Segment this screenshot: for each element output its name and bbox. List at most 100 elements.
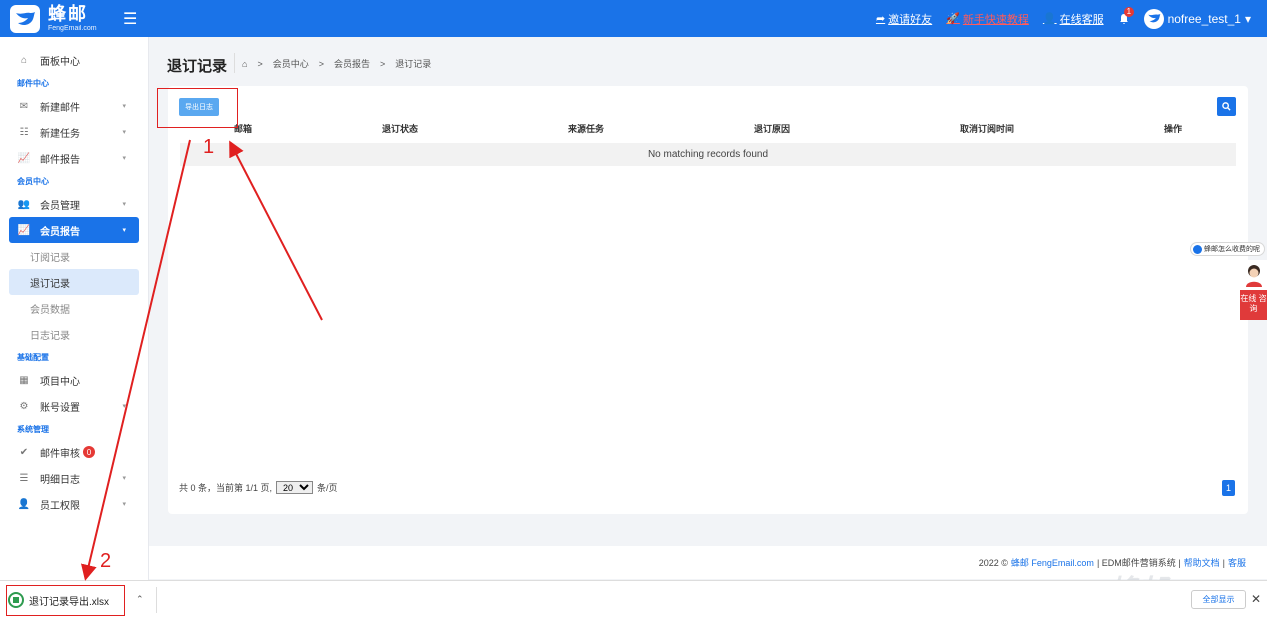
users-icon: 👥 [17,198,31,210]
breadcrumb-item[interactable]: 会员报告 [334,57,370,70]
copyright-year: 2022 © [978,557,1008,568]
agent-avatar-icon [1240,260,1267,290]
breadcrumb-item[interactable]: 会员中心 [273,57,309,70]
tutorial-link[interactable]: 🚀 新手快速教程 [946,11,1029,27]
page-button-1[interactable]: 1 [1222,480,1235,496]
sidebar-item-label: 员工权限 [40,500,80,512]
sidebar-sub-member-data[interactable]: 会员数据 [0,295,148,321]
page-size-select[interactable]: 20 [276,481,314,494]
chevron-down-icon: ▾ [1244,11,1251,26]
column-header[interactable]: 退订原因 [754,122,790,135]
sidebar-sub-label: 日志记录 [30,330,70,342]
annotation-box-export [157,88,238,128]
support-label: 在线客服 [1059,13,1104,26]
chevron-down-icon: ▾ [122,475,126,482]
chevron-down-icon: ▾ [122,129,126,136]
breadcrumb-separator-icon: > [318,58,324,69]
download-bar: 退订记录导出.xlsx ⌃ [0,580,1267,618]
divider [234,53,235,73]
sidebar-item-member-manage[interactable]: 👥 会员管理 ▾ [0,191,148,217]
column-header[interactable]: 退订状态 [382,122,418,135]
sidebar-group-system: 系统管理 [17,424,49,434]
envelope-icon: ✉ [19,100,29,112]
chevron-down-icon: ▾ [122,201,126,208]
notification-bell-icon[interactable]: 1 [1118,6,1135,25]
chat-prompt-bubble[interactable]: 蜂邮怎么收费的呢 [1190,242,1265,256]
sidebar-item-label: 邮件报告 [40,154,80,166]
avatar [1143,8,1164,29]
sidebar-sub-log[interactable]: 日志记录 [0,321,148,347]
annotation-number: 1 [203,136,215,158]
tutorial-label: 新手快速教程 [962,13,1029,26]
brand-link[interactable]: 蜂邮 FengEmail.com [1011,556,1094,569]
breadcrumb-separator-icon: > [257,58,263,69]
sidebar-item-label: 邮件审核 [40,448,80,460]
chart-icon: 📈 [17,224,31,236]
logo-domain: FengEmail.com [48,25,97,32]
sidebar-sub-label: 订阅记录 [30,252,70,264]
logo-text: 蜂邮 [48,4,88,24]
breadcrumb: ⌂ > 会员中心 > 会员报告 > 退订记录 [234,53,432,73]
sidebar-item-mail-review[interactable]: ✔ 邮件审核 0 [0,439,148,465]
search-icon [1222,102,1231,111]
home-icon: ⌂ [20,54,28,66]
list-icon: ☷ [19,126,29,138]
sidebar-group-member: 会员中心 [17,176,49,186]
gear-icon: ⚙ [19,400,29,412]
home-icon[interactable]: ⌂ [242,59,247,69]
column-header[interactable]: 来源任务 [568,122,604,135]
sidebar-item-label: 新建任务 [40,128,80,140]
consult-label: 在线 咨询 [1240,290,1267,320]
sidebar-item-account-settings[interactable]: ⚙ 账号设置 ▾ [0,393,148,419]
invite-label: 邀请好友 [888,13,933,26]
sidebar-item-label: 新建邮件 [40,102,80,114]
service-link[interactable]: 客服 [1228,556,1246,569]
sidebar-item-staff-perm[interactable]: 👤 员工权限 ▾ [0,491,148,517]
person-icon: 👤 [1042,13,1057,25]
annotation-number: 2 [100,550,112,572]
online-consult-widget[interactable]: 在线 咨询 [1240,260,1267,320]
sidebar-item-label: 面板中心 [40,56,80,68]
close-icon[interactable]: ✕ [1251,592,1261,606]
chevron-down-icon: ▾ [122,501,126,508]
sidebar-item-project-center[interactable]: ▦ 项目中心 [0,367,148,393]
invite-friends-link[interactable]: ➦ 邀请好友 [876,11,932,27]
pagination-info: 共 0 条，当前第 1/1 页, 20 条/页 [179,481,338,494]
sidebar-item-new-mail[interactable]: ✉ 新建邮件 ▾ [0,93,148,119]
sidebar-item-label: 账号设置 [40,402,80,414]
sidebar-item-detail-log[interactable]: ☰ 明细日志 ▾ [0,465,148,491]
top-bar: 蜂邮 FengEmail.com ☰ ➦ 邀请好友 🚀 新手快速教程 👤 在线客… [0,0,1267,37]
sidebar-item-dashboard[interactable]: ⌂ 面板中心 [0,47,148,73]
share-icon: ➦ [875,13,886,25]
sidebar-sub-unsubscribe[interactable]: 退订记录 [9,269,139,295]
sidebar-item-new-task[interactable]: ☷ 新建任务 ▾ [0,119,148,145]
breadcrumb-separator-icon: > [380,58,386,69]
search-button[interactable] [1217,97,1236,116]
page-size-unit: 条/页 [317,483,338,493]
sidebar-sub-label: 会员数据 [30,304,70,316]
chevron-up-icon[interactable]: ⌃ [136,594,144,605]
column-header[interactable]: 取消订阅时间 [960,122,1014,135]
chevron-down-icon: ▾ [122,155,126,162]
column-header: 操作 [1164,124,1183,134]
sidebar-item-member-report[interactable]: 📈 会员报告 ▾ [9,217,139,243]
rocket-icon: 🚀 [946,13,960,25]
show-all-downloads-button[interactable]: 全部显示 [1191,590,1246,609]
chevron-down-icon: ▾ [122,103,126,110]
notification-count: 1 [1123,6,1135,17]
sidebar-group-mail: 邮件中心 [17,78,49,88]
chart-icon: 📈 [17,152,31,164]
table-header: 邮箱 退订状态 来源任务 退订原因 取消订阅时间 操作 [180,122,1236,138]
username: nofree_test_1 [1167,11,1241,26]
chat-icon [1193,244,1202,254]
sidebar: ⌂ 面板中心 邮件中心 ✉ 新建邮件 ▾ ☷ 新建任务 ▾ 📈 邮件报告 ▾ 会… [0,37,149,580]
bird-logo-icon [10,4,40,33]
support-link[interactable]: 👤 在线客服 [1043,11,1104,27]
chevron-down-icon: ▾ [122,227,126,234]
sidebar-sub-subscribe[interactable]: 订阅记录 [0,243,148,269]
sidebar-item-mail-report[interactable]: 📈 邮件报告 ▾ [0,145,148,171]
pagination-summary: 共 0 条，当前第 1/1 页, [179,483,273,493]
menu-toggle-icon[interactable]: ☰ [123,9,137,29]
breadcrumb-item: 退订记录 [395,59,432,69]
user-menu[interactable]: nofree_test_1 ▾ [1143,8,1251,29]
